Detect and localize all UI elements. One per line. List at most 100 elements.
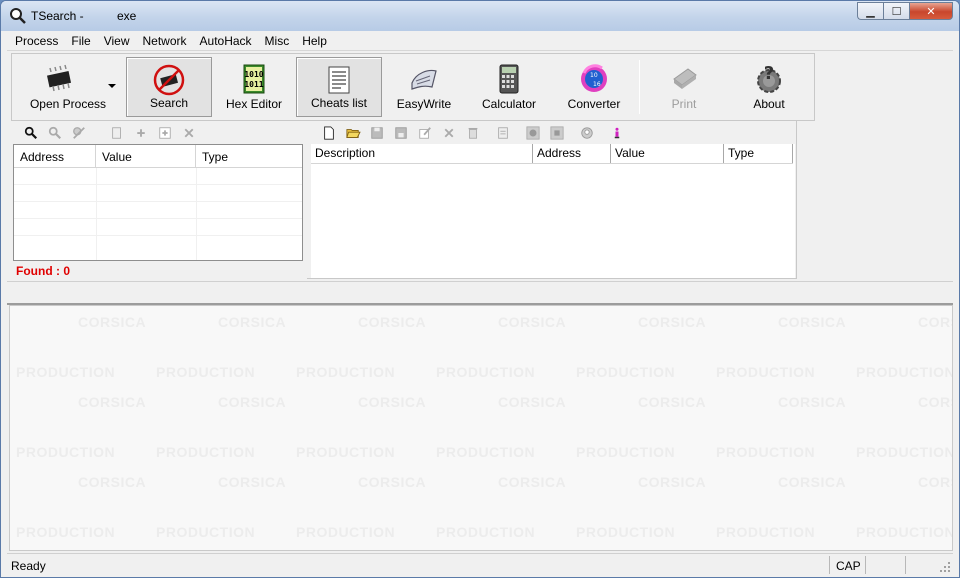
- edit-icon[interactable]: [417, 125, 433, 141]
- watermark-text: CORSICA: [358, 394, 427, 410]
- menu-network[interactable]: Network: [138, 34, 192, 48]
- menu-view[interactable]: View: [99, 34, 135, 48]
- menu-help[interactable]: Help: [297, 34, 332, 48]
- network-icon[interactable]: [579, 125, 595, 141]
- remove-icon[interactable]: [441, 125, 457, 141]
- caps-indicator: CAP: [829, 556, 865, 574]
- about-button[interactable]: ? About: [726, 57, 812, 117]
- save-icon[interactable]: [369, 125, 385, 141]
- column-value[interactable]: Value: [96, 145, 196, 167]
- converter-button[interactable]: 10 16 Converter: [552, 57, 636, 117]
- help-gear-icon: ?: [757, 63, 781, 93]
- close-button[interactable]: ✕: [909, 2, 953, 20]
- watermark-text: PRODUCTION: [156, 364, 256, 380]
- easywrite-label: EasyWrite: [396, 97, 452, 111]
- properties-icon[interactable]: [495, 125, 511, 141]
- watermark-text: CORSICA: [778, 314, 847, 330]
- freeze-icon[interactable]: [525, 125, 541, 141]
- watermark-text: CORSICA: [218, 314, 287, 330]
- hex-editor-button[interactable]: 1010 1011 Hex Editor: [212, 57, 296, 117]
- svg-text:1010: 1010: [244, 70, 263, 79]
- title-bar[interactable]: TSearch - exe ▁ ☐ ✕: [1, 1, 959, 31]
- watermark-text: PRODUCTION: [716, 444, 816, 460]
- column-type[interactable]: Type: [724, 144, 793, 163]
- column-address[interactable]: Address: [14, 145, 96, 167]
- calculator-label: Calculator: [481, 97, 537, 111]
- filter-icon[interactable]: [71, 125, 87, 141]
- watermark-text: PRODUCTION: [716, 524, 816, 540]
- column-description[interactable]: Description: [311, 144, 533, 163]
- svg-text:16: 16: [593, 81, 601, 88]
- watermark-text: CORSICA: [918, 474, 952, 490]
- open-process-button[interactable]: Open Process: [18, 57, 118, 117]
- cheats-list-header: Description Address Value Type: [311, 144, 793, 164]
- search-label: Search: [149, 96, 189, 110]
- watermark-text: PRODUCTION: [576, 524, 676, 540]
- maximize-icon: ☐: [891, 5, 902, 18]
- copy-icon[interactable]: [109, 125, 125, 141]
- converter-icon: 10 16: [581, 64, 607, 92]
- table-row: [14, 168, 302, 185]
- watermark-text: PRODUCTION: [576, 444, 676, 460]
- trash-icon[interactable]: [465, 125, 481, 141]
- status-bar: Ready CAP: [7, 553, 953, 575]
- cheats-list-label: Cheats list: [310, 96, 368, 110]
- print-button[interactable]: Print: [642, 57, 726, 117]
- minimize-button[interactable]: ▁: [857, 2, 883, 20]
- open-folder-icon[interactable]: [345, 125, 361, 141]
- tsearch-window: TSearch - exe ▁ ☐ ✕ Process File View Ne…: [0, 0, 960, 578]
- watermark-text: PRODUCTION: [296, 524, 396, 540]
- print-label: Print: [671, 97, 697, 111]
- printer-icon: [673, 68, 697, 89]
- watermark-text: PRODUCTION: [16, 444, 116, 460]
- hex-editor-icon: 1010 1011: [243, 64, 265, 94]
- menu-autohack[interactable]: AutoHack: [195, 34, 257, 48]
- table-row: [14, 236, 302, 253]
- column-value[interactable]: Value: [611, 144, 724, 163]
- unfreeze-icon[interactable]: [549, 125, 565, 141]
- watermark-text: CORSICA: [218, 474, 287, 490]
- cheats-list-button[interactable]: Cheats list: [296, 57, 382, 117]
- watermark-text: CORSICA: [918, 394, 952, 410]
- status-pane-scroll: [905, 556, 939, 574]
- watermark-text: PRODUCTION: [856, 364, 953, 380]
- new-file-icon[interactable]: [321, 125, 337, 141]
- find-icon[interactable]: [23, 125, 39, 141]
- minimize-icon: ▁: [866, 5, 875, 18]
- converter-label: Converter: [567, 97, 621, 111]
- watermark-text: CORSICA: [358, 474, 427, 490]
- window-controls: ▁ ☐ ✕: [857, 2, 953, 20]
- maximize-button[interactable]: ☐: [883, 2, 909, 20]
- window-title: TSearch -: [31, 9, 84, 23]
- easywrite-button[interactable]: EasyWrite: [382, 57, 466, 117]
- find-next-icon[interactable]: [47, 125, 63, 141]
- add-small-icon[interactable]: [133, 125, 149, 141]
- column-type[interactable]: Type: [196, 145, 302, 167]
- menu-process[interactable]: Process: [10, 34, 63, 48]
- delete-icon[interactable]: [181, 125, 197, 141]
- resize-grip-icon[interactable]: [939, 561, 951, 573]
- cheats-list[interactable]: Description Address Value Type: [311, 144, 795, 278]
- watermark-text: CORSICA: [498, 474, 567, 490]
- calculator-icon: [499, 64, 519, 94]
- watermark-text: PRODUCTION: [16, 524, 116, 540]
- open-process-label: Open Process: [29, 97, 107, 111]
- main-toolbar: Open Process Search 1010 1011 Hex Editor: [11, 53, 815, 121]
- watermark-text: CORSICA: [638, 314, 707, 330]
- chip-icon: [47, 64, 72, 92]
- info-icon[interactable]: [609, 125, 625, 141]
- search-button[interactable]: Search: [126, 57, 212, 117]
- search-results-list[interactable]: Address Value Type: [13, 144, 303, 261]
- table-row: [14, 185, 302, 202]
- watermark-text: CORSICA: [78, 314, 147, 330]
- chevron-down-icon[interactable]: [108, 82, 116, 90]
- menu-file[interactable]: File: [66, 34, 95, 48]
- menu-misc[interactable]: Misc: [260, 34, 295, 48]
- add-to-list-icon[interactable]: [157, 125, 173, 141]
- found-count: Found : 0: [16, 264, 70, 278]
- window-title-process: exe: [117, 9, 137, 23]
- column-address[interactable]: Address: [533, 144, 611, 163]
- calculator-button[interactable]: Calculator: [466, 57, 552, 117]
- address-panel-toolbar: [23, 123, 205, 143]
- save-as-icon[interactable]: [393, 125, 409, 141]
